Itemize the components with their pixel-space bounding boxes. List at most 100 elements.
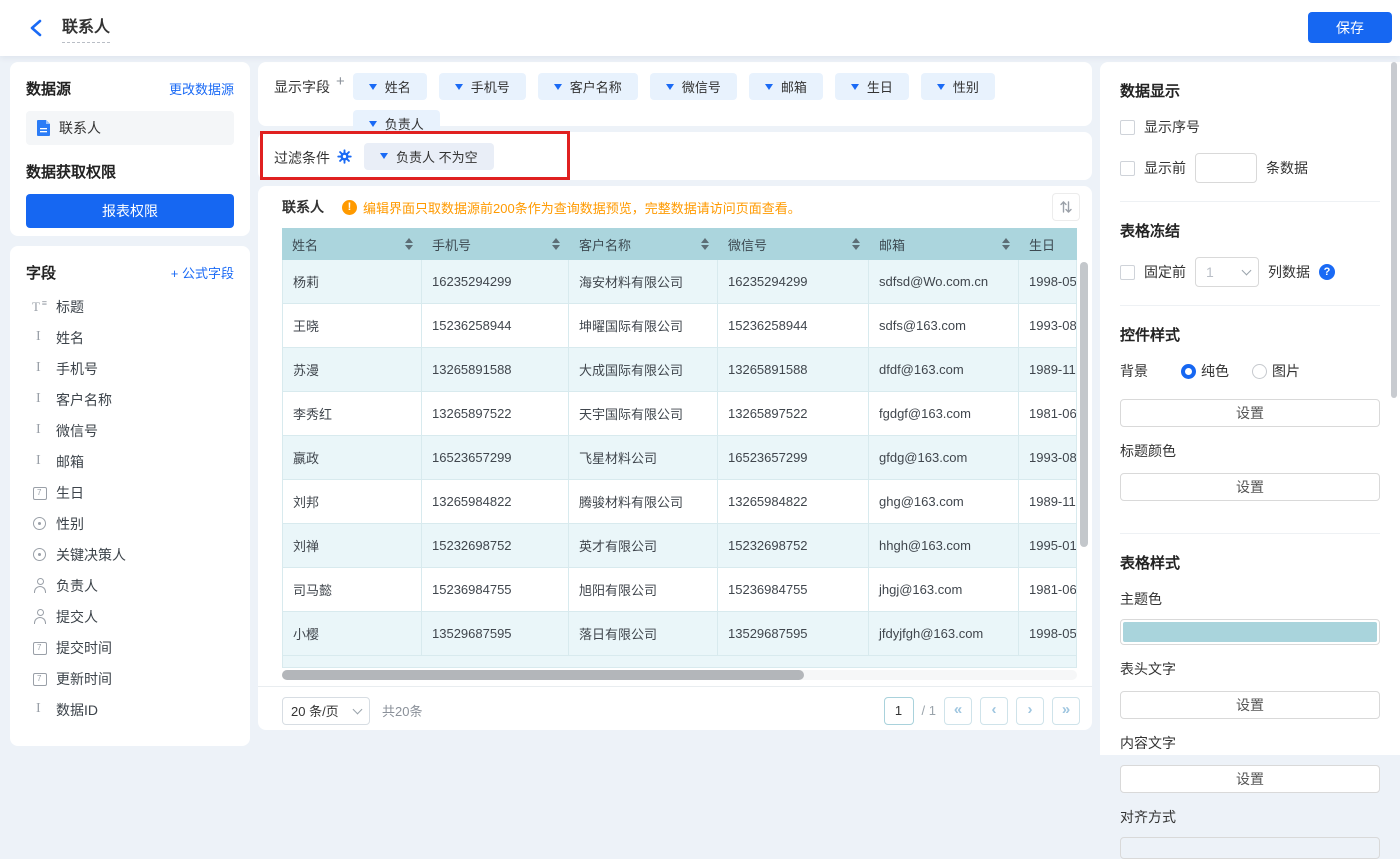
field-item-label: 性别	[56, 515, 84, 532]
cell-phone: 15232698752	[422, 524, 569, 568]
first-page-button[interactable]: «	[944, 696, 972, 725]
panel-scrollbar[interactable]	[1391, 62, 1397, 398]
help-icon[interactable]: ?	[1319, 264, 1335, 280]
title-color-set-button[interactable]: 设置	[1120, 473, 1380, 501]
image-radio[interactable]	[1252, 363, 1267, 379]
field-item[interactable]: 数据ID	[26, 694, 234, 725]
show-first-checkbox[interactable]	[1120, 160, 1135, 176]
field-type-icon	[32, 671, 47, 686]
cell-birthday: 1981-06	[1019, 392, 1077, 436]
field-item[interactable]: 性别	[26, 508, 234, 539]
table-style-heading: 表格样式	[1120, 555, 1181, 572]
fix-columns-select[interactable]: 1	[1195, 257, 1259, 287]
field-item[interactable]: 提交时间	[26, 632, 234, 663]
field-item[interactable]: 提交人	[26, 601, 234, 632]
filter-condition-tag[interactable]: 负责人 不为空	[364, 142, 494, 170]
content-text-set-button[interactable]: 设置	[1120, 765, 1380, 793]
field-item[interactable]: 客户名称	[26, 384, 234, 415]
chevron-down-icon	[553, 83, 562, 90]
header-text-set-button[interactable]: 设置	[1120, 691, 1380, 719]
report-permission-button[interactable]: 报表权限	[26, 194, 234, 228]
field-item-label: 客户名称	[56, 391, 112, 408]
gear-icon[interactable]	[337, 148, 352, 164]
page-number-input[interactable]	[883, 696, 914, 725]
cell-birthday: 1989-11	[1019, 480, 1077, 524]
field-item[interactable]: 微信号	[26, 415, 234, 446]
column-header[interactable]: 手机号	[422, 228, 569, 260]
theme-color-swatch[interactable]	[1120, 619, 1380, 645]
align-control-partial[interactable]	[1120, 837, 1380, 859]
field-item[interactable]: 负责人	[26, 570, 234, 601]
display-field-tag[interactable]: 姓名	[352, 73, 427, 100]
page-title: 联系人	[62, 13, 111, 43]
table-header-row: 姓名 手机号 客户名称 微信号 邮箱 生日	[282, 228, 1077, 260]
field-item[interactable]: 标题	[26, 291, 234, 322]
prev-page-button[interactable]: ‹	[980, 696, 1008, 725]
display-field-tag[interactable]: 手机号	[438, 73, 526, 100]
change-datasource-link[interactable]: 更改数据源	[169, 79, 234, 98]
field-type-icon	[32, 609, 47, 624]
last-page-button[interactable]: »	[1052, 696, 1080, 725]
display-field-tag-label: 负责人	[384, 117, 424, 132]
sort-carets-icon[interactable]	[405, 238, 413, 250]
column-header[interactable]: 生日	[1019, 228, 1077, 260]
show-index-checkbox[interactable]	[1120, 119, 1135, 135]
sort-carets-icon[interactable]	[852, 238, 860, 250]
column-header[interactable]: 姓名	[282, 228, 422, 260]
save-button[interactable]: 保存	[1308, 12, 1392, 43]
display-field-tags: 姓名 手机号 客户名称 微信号 邮箱 生日 性别 负责人	[352, 73, 1053, 137]
field-item[interactable]: 生日	[26, 477, 234, 508]
sort-carets-icon[interactable]	[701, 238, 709, 250]
cell-birthday: 1981-06	[1019, 568, 1077, 612]
sort-order-button[interactable]	[1052, 193, 1080, 221]
page-size-select[interactable]: 20 条/页	[282, 696, 370, 725]
display-field-tag[interactable]: 性别	[920, 73, 995, 100]
horizontal-scrollbar[interactable]	[282, 670, 804, 680]
cell-email: jfdyjfgh@163.com	[869, 612, 1019, 656]
column-header[interactable]: 微信号	[718, 228, 869, 260]
cell-email: gfdg@163.com	[869, 436, 1019, 480]
fix-columns-checkbox[interactable]	[1120, 264, 1135, 280]
cell-name: 杨莉	[282, 260, 422, 304]
column-header[interactable]: 邮箱	[869, 228, 1019, 260]
cell-birthday: 1998-05	[1019, 612, 1077, 656]
settings-panel: 数据显示 显示序号 显示前 条数据 表格冻结 固定前 1 列数据 ? 控件样式 …	[1100, 62, 1400, 859]
field-item[interactable]: 关键决策人	[26, 539, 234, 570]
field-item[interactable]: 邮箱	[26, 446, 234, 477]
cell-birthday: 1989-11	[1019, 348, 1077, 392]
add-display-field-button[interactable]: +	[336, 73, 345, 115]
page-size-value: 20 条/页	[291, 704, 339, 719]
table-row: 苏漫 13265891588 大成国际有限公司 13265891588 dfdf…	[282, 348, 1077, 392]
add-formula-field-link[interactable]: + 公式字段	[171, 263, 234, 282]
datasource-item[interactable]: 联系人	[26, 111, 234, 145]
display-field-tag[interactable]: 微信号	[649, 73, 737, 100]
table-row: 刘禅 15232698752 英才有限公司 15232698752 hhgh@1…	[282, 524, 1077, 568]
background-set-button[interactable]: 设置	[1120, 399, 1380, 427]
show-index-label: 显示序号	[1144, 119, 1200, 135]
cell-phone: 15236984755	[422, 568, 569, 612]
display-field-tag[interactable]: 客户名称	[537, 73, 638, 100]
back-icon[interactable]	[28, 19, 44, 37]
sort-carets-icon[interactable]	[1002, 238, 1010, 250]
table-title: 联系人	[282, 199, 324, 215]
sort-carets-icon[interactable]	[552, 238, 560, 250]
display-field-tag[interactable]: 邮箱	[748, 73, 823, 100]
chevron-down-icon	[352, 704, 363, 714]
field-item[interactable]: 手机号	[26, 353, 234, 384]
field-item[interactable]: 姓名	[26, 322, 234, 353]
next-page-button[interactable]: ›	[1016, 696, 1044, 725]
row-count-input[interactable]	[1195, 153, 1257, 183]
cell-email: jhgj@163.com	[869, 568, 1019, 612]
column-header-label: 客户名称	[579, 237, 632, 253]
field-type-icon	[32, 329, 47, 345]
display-field-tag[interactable]: 生日	[834, 73, 909, 100]
solid-color-radio[interactable]	[1181, 363, 1196, 379]
field-item[interactable]: 更新时间	[26, 663, 234, 694]
vertical-scrollbar[interactable]	[1080, 262, 1088, 547]
display-field-tag-label: 姓名	[384, 80, 411, 95]
cell-company: 落日有限公司	[569, 612, 718, 656]
column-header[interactable]: 客户名称	[569, 228, 718, 260]
table-row: 王晓 15236258944 坤曜国际有限公司 15236258944 sdfs…	[282, 304, 1077, 348]
chevron-down-icon	[764, 83, 773, 90]
filter-condition-label: 负责人 不为空	[396, 149, 478, 165]
